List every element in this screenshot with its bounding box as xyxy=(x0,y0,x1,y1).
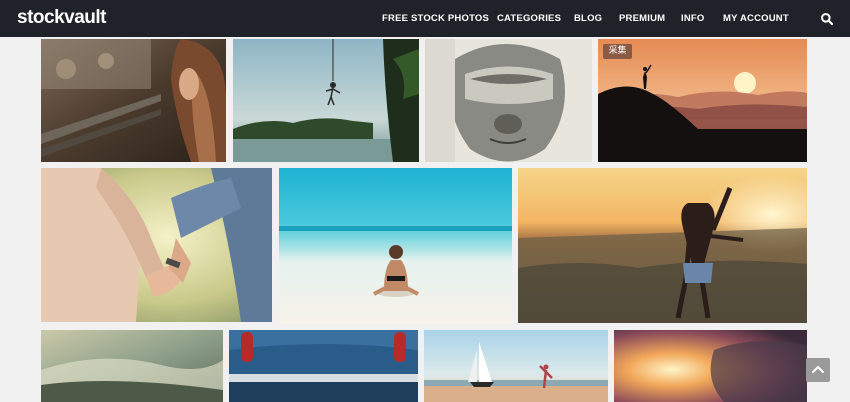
back-to-top-button[interactable] xyxy=(806,358,830,382)
photo-girl-field-sunset[interactable] xyxy=(518,168,807,323)
nav-info[interactable]: INFO xyxy=(681,13,705,24)
nav-my-account[interactable]: MY ACCOUNT xyxy=(723,13,789,24)
nav-premium[interactable]: PREMIUM xyxy=(619,13,665,24)
nav-categories[interactable]: CATEGORIES xyxy=(497,13,561,24)
photo-woman-beach[interactable] xyxy=(279,168,512,324)
photo-double-exposure-face[interactable] xyxy=(425,39,592,162)
nav-blog[interactable]: BLOG xyxy=(574,13,602,24)
photo-bungee-river[interactable] xyxy=(233,39,419,162)
photo-blue-classic-car[interactable] xyxy=(229,330,418,402)
photo-holding-hands[interactable] xyxy=(41,168,272,322)
chevron-up-icon xyxy=(812,366,824,373)
photo-sailboat-beach[interactable] xyxy=(424,330,608,402)
collect-tag[interactable]: 采集 xyxy=(603,44,632,59)
photo-sunburst-clouds[interactable] xyxy=(614,330,807,402)
search-icon[interactable] xyxy=(820,12,834,26)
top-navigation-bar: stockvault FREE STOCK PHOTOS CATEGORIES … xyxy=(0,0,850,37)
site-logo[interactable]: stockvault xyxy=(17,7,106,29)
photo-woman-railing[interactable] xyxy=(41,39,226,162)
photo-coast-aerial[interactable] xyxy=(41,330,223,402)
nav-free-stock-photos[interactable]: FREE STOCK PHOTOS xyxy=(382,13,489,24)
